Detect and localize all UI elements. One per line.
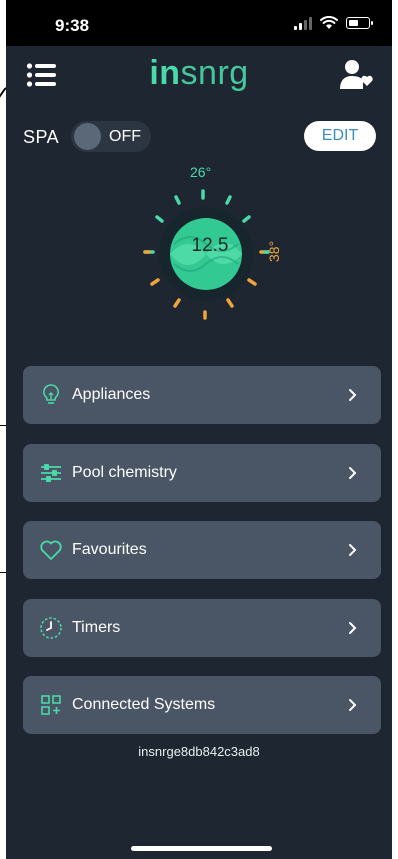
- spa-row: SPA OFF EDIT: [23, 120, 376, 154]
- app-screen: 9:38 insnrg SPA OFF EDIT 26° 38° 12.5 Ap…: [6, 0, 392, 859]
- dial-value: 12.5: [191, 235, 229, 256]
- timer-icon: [40, 616, 62, 639]
- user-favourite-icon[interactable]: [338, 58, 374, 92]
- menu-item-label: Pool chemistry: [72, 463, 177, 481]
- status-icons: [294, 16, 373, 30]
- menu-item-timers[interactable]: Timers: [23, 598, 381, 657]
- status-time: 9:38: [55, 16, 90, 35]
- menu-item-pool-chemistry[interactable]: Pool chemistry: [23, 443, 381, 502]
- battery-icon: [346, 17, 373, 29]
- app-header: insnrg: [6, 52, 392, 98]
- chevron-right-icon: [349, 389, 357, 401]
- dial-min-label: 26°: [190, 164, 212, 180]
- wifi-icon: [320, 16, 338, 29]
- cellular-signal-icon: [294, 16, 312, 30]
- logo-rest: snrg: [180, 54, 249, 92]
- main-menu: Appliances Pool chemistry Favourites Tim…: [23, 366, 381, 754]
- menu-item-label: Appliances: [72, 386, 151, 403]
- chevron-right-icon: [349, 544, 357, 556]
- toggle-state: OFF: [109, 128, 141, 145]
- edit-button[interactable]: EDIT: [304, 121, 376, 151]
- logo-accent: in: [149, 54, 181, 92]
- dial-max-label: 38°: [266, 240, 282, 262]
- home-indicator[interactable]: [131, 846, 272, 851]
- menu-item-connected-systems[interactable]: Connected Systems: [23, 676, 381, 734]
- chevron-right-icon: [349, 621, 357, 634]
- heart-icon: [40, 540, 62, 560]
- status-bar: 9:38: [6, 0, 392, 46]
- device-id: insnrge8db842c3ad8: [138, 744, 260, 759]
- app-logo: insnrg: [6, 54, 392, 93]
- menu-item-label: Favourites: [72, 541, 147, 558]
- chevron-right-icon: [349, 699, 357, 711]
- lightbulb-icon: [43, 384, 59, 404]
- menu-item-favourites[interactable]: Favourites: [23, 521, 381, 579]
- chevron-right-icon: [349, 466, 357, 479]
- menu-item-label: Connected Systems: [72, 696, 216, 713]
- spa-label: SPA: [23, 127, 60, 147]
- toggle-knob: [74, 123, 101, 150]
- menu-item-label: Timers: [72, 618, 121, 636]
- temperature-dial[interactable]: 26° 38° 12.5: [130, 160, 290, 330]
- grid-plus-icon: [41, 695, 61, 715]
- menu-item-appliances[interactable]: Appliances: [23, 366, 381, 424]
- spa-toggle[interactable]: OFF: [71, 121, 151, 152]
- sliders-icon: [41, 463, 61, 482]
